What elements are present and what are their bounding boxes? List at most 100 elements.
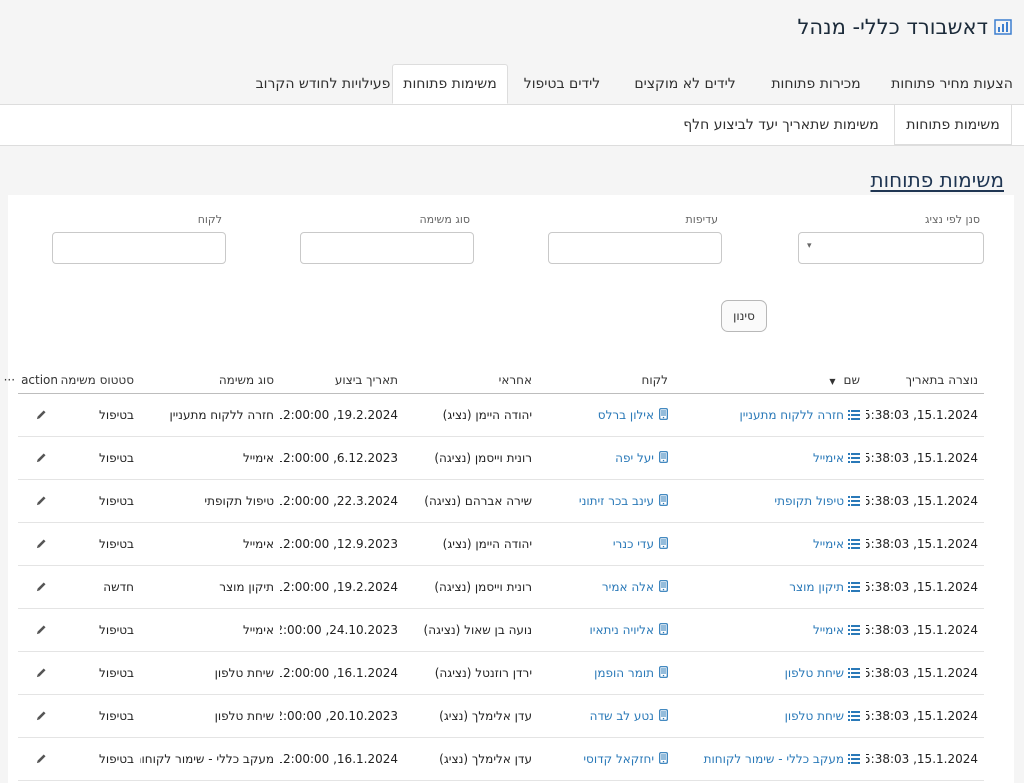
status-cell: בטיפול: [64, 436, 140, 480]
more-columns-icon[interactable]: ···: [4, 373, 15, 387]
owner-cell: עדן אלימלך (נציג): [404, 737, 538, 781]
due-cell: 19.2.2024, 12:00:00: [280, 565, 404, 609]
created-cell: 15.1.2024, 15:38:03: [866, 651, 984, 695]
tasks-table: נוצרה בתאריך שם▼ לקוח אחראי תאריך ביצוע …: [4, 367, 984, 781]
list-icon: [848, 668, 860, 678]
status-cell: חדשה: [64, 565, 140, 609]
tab-open-tasks[interactable]: משימות פתוחות: [392, 64, 508, 104]
edit-button[interactable]: [18, 737, 64, 781]
type-cell: תיקון מוצר: [140, 565, 280, 609]
customer-link[interactable]: אליויה ניתאיו: [538, 608, 674, 652]
status-cell: בטיפול: [64, 737, 140, 781]
customer-link[interactable]: אילון ברלס: [538, 393, 674, 437]
task-type-input[interactable]: [300, 232, 474, 264]
mobile-phone-icon: [659, 752, 668, 764]
customer-link[interactable]: עינב בכר זיתוני: [538, 479, 674, 523]
tab-unassigned-leads[interactable]: לידים לא מוקצים: [622, 64, 748, 104]
edit-button[interactable]: [18, 479, 64, 523]
edit-button[interactable]: [18, 694, 64, 738]
table-row[interactable]: 15.1.2024, 15:38:03אימייליעל יפהרונית וי…: [18, 436, 984, 480]
list-icon: [848, 582, 860, 592]
section-title: משימות פתוחות: [870, 168, 1004, 192]
table-row[interactable]: 15.1.2024, 15:38:03טיפול תקופתיעינב בכר …: [18, 479, 984, 523]
edit-button[interactable]: [18, 608, 64, 652]
pencil-icon: [36, 754, 46, 764]
task-name-link[interactable]: תיקון מוצר: [674, 565, 866, 609]
task-name-link[interactable]: חזרה ללקוח מתעניין: [674, 393, 866, 437]
mobile-phone-icon: [659, 709, 668, 721]
mobile-phone-icon: [659, 666, 668, 678]
agent-filter: סנן לפי נציג ▾: [798, 213, 984, 264]
customer-input[interactable]: [52, 232, 226, 264]
edit-button[interactable]: [18, 522, 64, 566]
edit-button[interactable]: [18, 393, 64, 437]
tab-leads-in-progress[interactable]: לידים בטיפול: [512, 64, 612, 104]
customer-link[interactable]: נטע לב שדה: [538, 694, 674, 738]
tab-open-quotes[interactable]: הצעות מחיר פתוחות: [882, 64, 1022, 104]
task-name-link[interactable]: שיחת טלפון: [674, 651, 866, 695]
type-cell: אימייל: [140, 608, 280, 652]
col-action[interactable]: action···: [4, 367, 64, 394]
due-cell: 20.10.2023, 12:00:00: [280, 694, 404, 738]
created-cell: 15.1.2024, 15:38:03: [866, 608, 984, 652]
table-row[interactable]: 15.1.2024, 15:38:03תיקון מוצראלה אמיררונ…: [18, 565, 984, 609]
status-cell: בטיפול: [64, 479, 140, 523]
customer-link[interactable]: עדי כנרי: [538, 522, 674, 566]
task-name-link[interactable]: אימייל: [674, 522, 866, 566]
subtab-overdue-tasks[interactable]: משימות שתאריך יעד לביצוע חלף: [676, 105, 886, 145]
agent-select[interactable]: ▾: [798, 232, 984, 264]
tab-upcoming-activities[interactable]: פעילויות לחודש הקרוב: [248, 64, 398, 104]
table-row[interactable]: 15.1.2024, 15:38:03אימיילעדי כנרייהודה ה…: [18, 522, 984, 566]
priority-input[interactable]: [548, 232, 722, 264]
tasks-panel: סנן לפי נציג ▾ עדיפות סוג משימה לקוח סינ…: [4, 195, 1014, 783]
task-name-link[interactable]: אימייל: [674, 436, 866, 480]
sort-caret-icon[interactable]: ▼: [829, 377, 835, 386]
task-name-link[interactable]: מעקב כללי - שימור לקוחות: [674, 737, 866, 781]
created-cell: 15.1.2024, 15:38:03: [866, 565, 984, 609]
owner-cell: יהודה היימן (נציג): [404, 522, 538, 566]
due-cell: 16.1.2024, 12:00:00: [280, 737, 404, 781]
task-name-link[interactable]: שיחת טלפון: [674, 694, 866, 738]
task-type-filter-label: סוג משימה: [419, 213, 470, 226]
pencil-icon: [36, 539, 46, 549]
table-row[interactable]: 15.1.2024, 15:38:03שיחת טלפוןתומר הופמןי…: [18, 651, 984, 695]
filter-button[interactable]: סינון: [721, 300, 767, 332]
page-title: דאשבורד כללי- מנהל: [797, 15, 989, 39]
col-customer[interactable]: לקוח: [538, 367, 674, 394]
type-cell: שיחת טלפון: [140, 651, 280, 695]
main-tabs: הצעות מחיר פתוחות מכירות פתוחות לידים לא…: [0, 64, 1024, 105]
priority-filter: עדיפות: [548, 213, 722, 264]
table-row[interactable]: 15.1.2024, 15:38:03חזרה ללקוח מתענייןאיל…: [18, 393, 984, 437]
col-name[interactable]: שם▼: [674, 367, 866, 394]
created-cell: 15.1.2024, 15:38:03: [866, 522, 984, 566]
owner-cell: נועה בן שאול (נציגה): [404, 608, 538, 652]
col-due[interactable]: תאריך ביצוע: [280, 367, 404, 394]
edit-button[interactable]: [18, 651, 64, 695]
table-row[interactable]: 15.1.2024, 15:38:03מעקב כללי - שימור לקו…: [18, 737, 984, 781]
customer-link[interactable]: אלה אמיר: [538, 565, 674, 609]
table-row[interactable]: 15.1.2024, 15:38:03אימיילאליויה ניתאיונו…: [18, 608, 984, 652]
due-cell: 24.10.2023, 12:00:00: [280, 608, 404, 652]
list-icon: [848, 496, 860, 506]
task-name-link[interactable]: אימייל: [674, 608, 866, 652]
pencil-icon: [36, 582, 46, 592]
customer-link[interactable]: יחזקאל קדוסי: [538, 737, 674, 781]
created-cell: 15.1.2024, 15:38:03: [866, 694, 984, 738]
edit-button[interactable]: [18, 436, 64, 480]
bar-chart-icon: [994, 19, 1012, 35]
subtab-open-tasks[interactable]: משימות פתוחות: [894, 105, 1012, 145]
customer-link[interactable]: תומר הופמן: [538, 651, 674, 695]
owner-cell: יהודה היימן (נציג): [404, 393, 538, 437]
tab-open-sales[interactable]: מכירות פתוחות: [760, 64, 872, 104]
col-owner[interactable]: אחראי: [404, 367, 538, 394]
table-row[interactable]: 15.1.2024, 15:38:03שיחת טלפוןנטע לב שדהע…: [18, 694, 984, 738]
task-name-link[interactable]: טיפול תקופתי: [674, 479, 866, 523]
col-status[interactable]: סטטוס משימה: [60, 367, 140, 394]
edit-button[interactable]: [18, 565, 64, 609]
mobile-phone-icon: [659, 537, 668, 549]
customer-link[interactable]: יעל יפה: [538, 436, 674, 480]
status-cell: בטיפול: [64, 393, 140, 437]
task-type-filter: סוג משימה: [300, 213, 474, 264]
col-type[interactable]: סוג משימה: [140, 367, 280, 394]
col-created[interactable]: נוצרה בתאריך: [866, 367, 984, 394]
